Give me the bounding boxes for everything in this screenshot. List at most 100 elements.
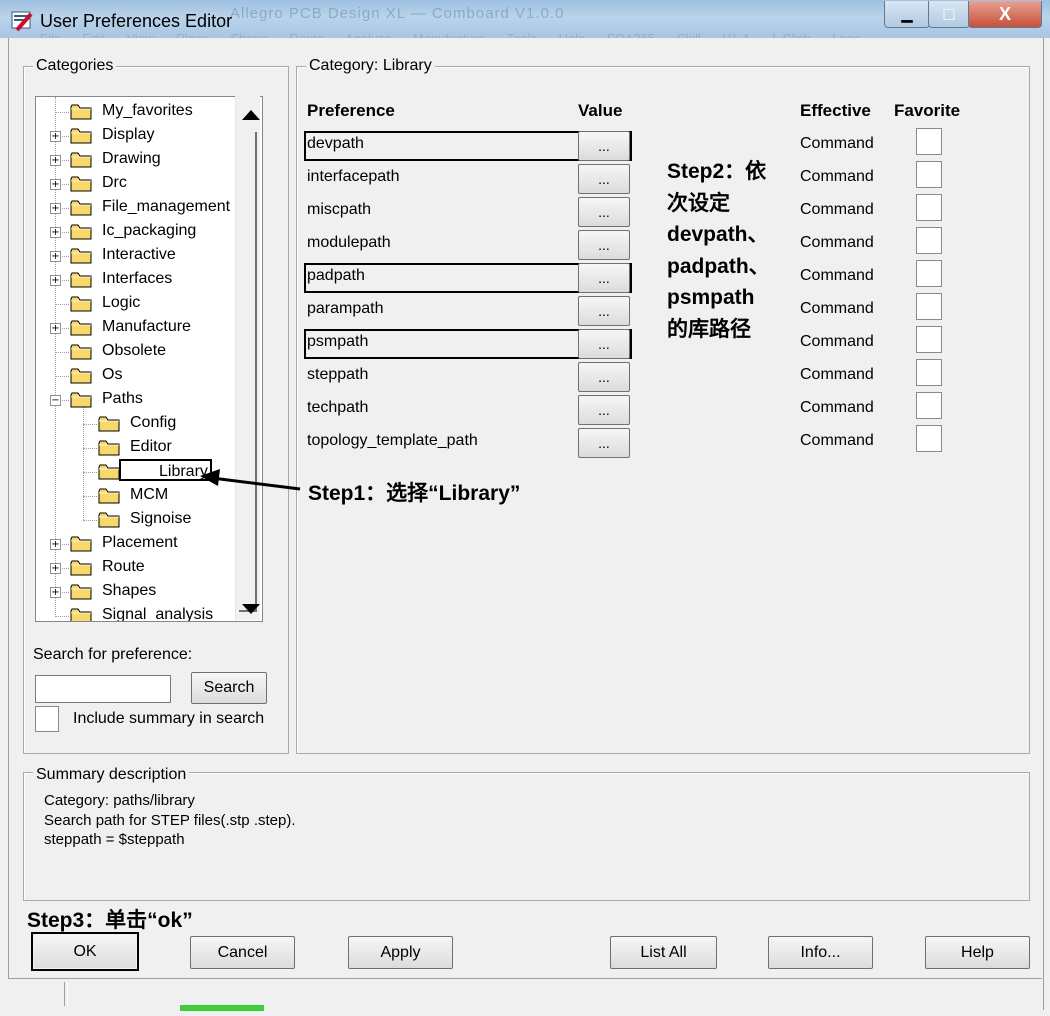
minimize-button[interactable]: ▁ xyxy=(884,1,930,28)
browse-path-button[interactable]: ... xyxy=(578,362,630,392)
expand-icon[interactable]: + xyxy=(50,251,61,262)
browse-path-button[interactable]: ... xyxy=(578,395,630,425)
effective-value: Command xyxy=(800,234,874,251)
expand-icon[interactable]: + xyxy=(50,587,61,598)
folder-icon xyxy=(70,584,92,600)
folder-icon xyxy=(98,416,120,432)
tree-item-my_favorites[interactable]: My_favorites xyxy=(36,100,262,124)
list-all-button[interactable]: List All xyxy=(610,936,717,969)
expand-icon[interactable]: + xyxy=(50,179,61,190)
tree-item-logic[interactable]: Logic xyxy=(36,292,262,316)
favorite-checkbox[interactable] xyxy=(916,392,942,419)
folder-icon xyxy=(98,512,120,528)
maximize-button[interactable]: □ xyxy=(928,1,970,28)
favorite-checkbox[interactable] xyxy=(916,326,942,353)
favorite-checkbox[interactable] xyxy=(916,227,942,254)
tree-item-editor[interactable]: Editor xyxy=(36,436,262,460)
tree-item-obsolete[interactable]: Obsolete xyxy=(36,340,262,364)
browse-path-button[interactable]: ... xyxy=(578,164,630,194)
ok-button[interactable]: OK xyxy=(34,935,136,968)
search-input[interactable] xyxy=(35,675,171,703)
tree-item-signoise[interactable]: Signoise xyxy=(36,508,262,532)
tree-item-shapes[interactable]: + Shapes xyxy=(36,580,262,604)
favorite-checkbox[interactable] xyxy=(916,194,942,221)
effective-header: Effective xyxy=(800,101,871,120)
expand-icon[interactable]: + xyxy=(50,203,61,214)
favorite-checkbox[interactable] xyxy=(916,425,942,452)
include-summary-checkbox[interactable] xyxy=(35,706,59,732)
cancel-button[interactable]: Cancel xyxy=(190,936,295,969)
tree-item-config[interactable]: Config xyxy=(36,412,262,436)
step2-annotation: Step2：依 次设定 devpath、 padpath、 psmpath 的库路径 xyxy=(667,156,770,345)
tree-item-placement[interactable]: + Placement xyxy=(36,532,262,556)
tree-item-signal_analysis[interactable]: Signal_analysis xyxy=(36,604,262,621)
tree-connector-line xyxy=(83,472,97,473)
effective-value: Command xyxy=(800,399,874,416)
tree-item-label: Route xyxy=(102,558,145,575)
preference-name: techpath xyxy=(307,399,369,416)
browse-path-button[interactable]: ... xyxy=(578,197,630,227)
tree-item-paths[interactable]: − Paths xyxy=(36,388,262,412)
tree-item-os[interactable]: Os xyxy=(36,364,262,388)
effective-value: Command xyxy=(800,168,874,185)
browse-path-button[interactable]: ... xyxy=(578,230,630,260)
step2-line: 的库路径 xyxy=(667,317,751,341)
favorite-checkbox[interactable] xyxy=(916,128,942,155)
close-button[interactable]: X xyxy=(968,1,1042,28)
apply-button[interactable]: Apply xyxy=(348,936,453,969)
browse-path-button[interactable]: ... xyxy=(578,131,630,161)
background-window-title: Allegro PCB Design XL — Comboard V1.0.0 xyxy=(230,5,565,22)
step2-line: 次设定 xyxy=(667,191,730,215)
folder-icon xyxy=(70,320,92,336)
expand-icon[interactable]: + xyxy=(50,275,61,286)
tree-item-interfaces[interactable]: + Interfaces xyxy=(36,268,262,292)
browse-path-button[interactable]: ... xyxy=(578,329,630,359)
tree-item-label: Config xyxy=(130,414,177,431)
tree-item-label: Shapes xyxy=(102,582,157,599)
browse-path-button[interactable]: ... xyxy=(578,428,630,458)
category-tree[interactable]: My_favorites + Display + Drawing + Drc + File_ma… xyxy=(35,96,263,622)
tree-item-route[interactable]: + Route xyxy=(36,556,262,580)
scroll-down-icon[interactable] xyxy=(242,604,260,614)
tree-item-label: Placement xyxy=(102,534,178,551)
tree-item-interactive[interactable]: + Interactive xyxy=(36,244,262,268)
expand-icon[interactable]: + xyxy=(50,155,61,166)
effective-value: Command xyxy=(800,135,874,152)
expand-icon[interactable]: + xyxy=(50,227,61,238)
help-button[interactable]: Help xyxy=(925,936,1030,969)
tree-item-drawing[interactable]: + Drawing xyxy=(36,148,262,172)
expand-icon[interactable]: + xyxy=(50,563,61,574)
tree-item-manufacture[interactable]: + Manufacture xyxy=(36,316,262,340)
browse-path-button[interactable]: ... xyxy=(578,263,630,293)
step3-annotation: Step3：单击“ok” xyxy=(27,909,193,932)
expand-icon[interactable]: + xyxy=(50,539,61,550)
scroll-up-icon[interactable] xyxy=(242,110,260,120)
folder-icon xyxy=(70,368,92,384)
app-icon xyxy=(11,11,33,32)
tree-item-drc[interactable]: + Drc xyxy=(36,172,262,196)
favorite-checkbox[interactable] xyxy=(916,161,942,188)
title-bar[interactable]: Allegro PCB Design XL — Comboard V1.0.0 … xyxy=(0,0,1050,46)
category-panel-title: Category: Library xyxy=(306,57,435,75)
tree-item-label: Paths xyxy=(102,390,143,407)
tree-item-ic_packaging[interactable]: + Ic_packaging xyxy=(36,220,262,244)
folder-icon xyxy=(70,536,92,552)
tree-item-file_management[interactable]: + File_management xyxy=(36,196,262,220)
info-button[interactable]: Info... xyxy=(768,936,873,969)
expand-icon[interactable]: + xyxy=(50,323,61,334)
tree-scrollbar[interactable] xyxy=(235,96,260,620)
search-button[interactable]: Search xyxy=(191,672,267,704)
favorite-checkbox[interactable] xyxy=(916,293,942,320)
tree-connector-line xyxy=(55,352,69,353)
tree-item-display[interactable]: + Display xyxy=(36,124,262,148)
favorite-checkbox[interactable] xyxy=(916,359,942,386)
preference-name: padpath xyxy=(307,267,365,284)
favorite-checkbox[interactable] xyxy=(916,260,942,287)
browse-path-button[interactable]: ... xyxy=(578,296,630,326)
expand-icon[interactable]: + xyxy=(50,131,61,142)
scroll-thumb[interactable] xyxy=(239,132,257,612)
folder-icon xyxy=(70,200,92,216)
step2-line: Step2：依 xyxy=(667,160,767,183)
step1-annotation: Step1：选择“Library” xyxy=(308,482,521,505)
collapse-icon[interactable]: − xyxy=(50,395,61,406)
